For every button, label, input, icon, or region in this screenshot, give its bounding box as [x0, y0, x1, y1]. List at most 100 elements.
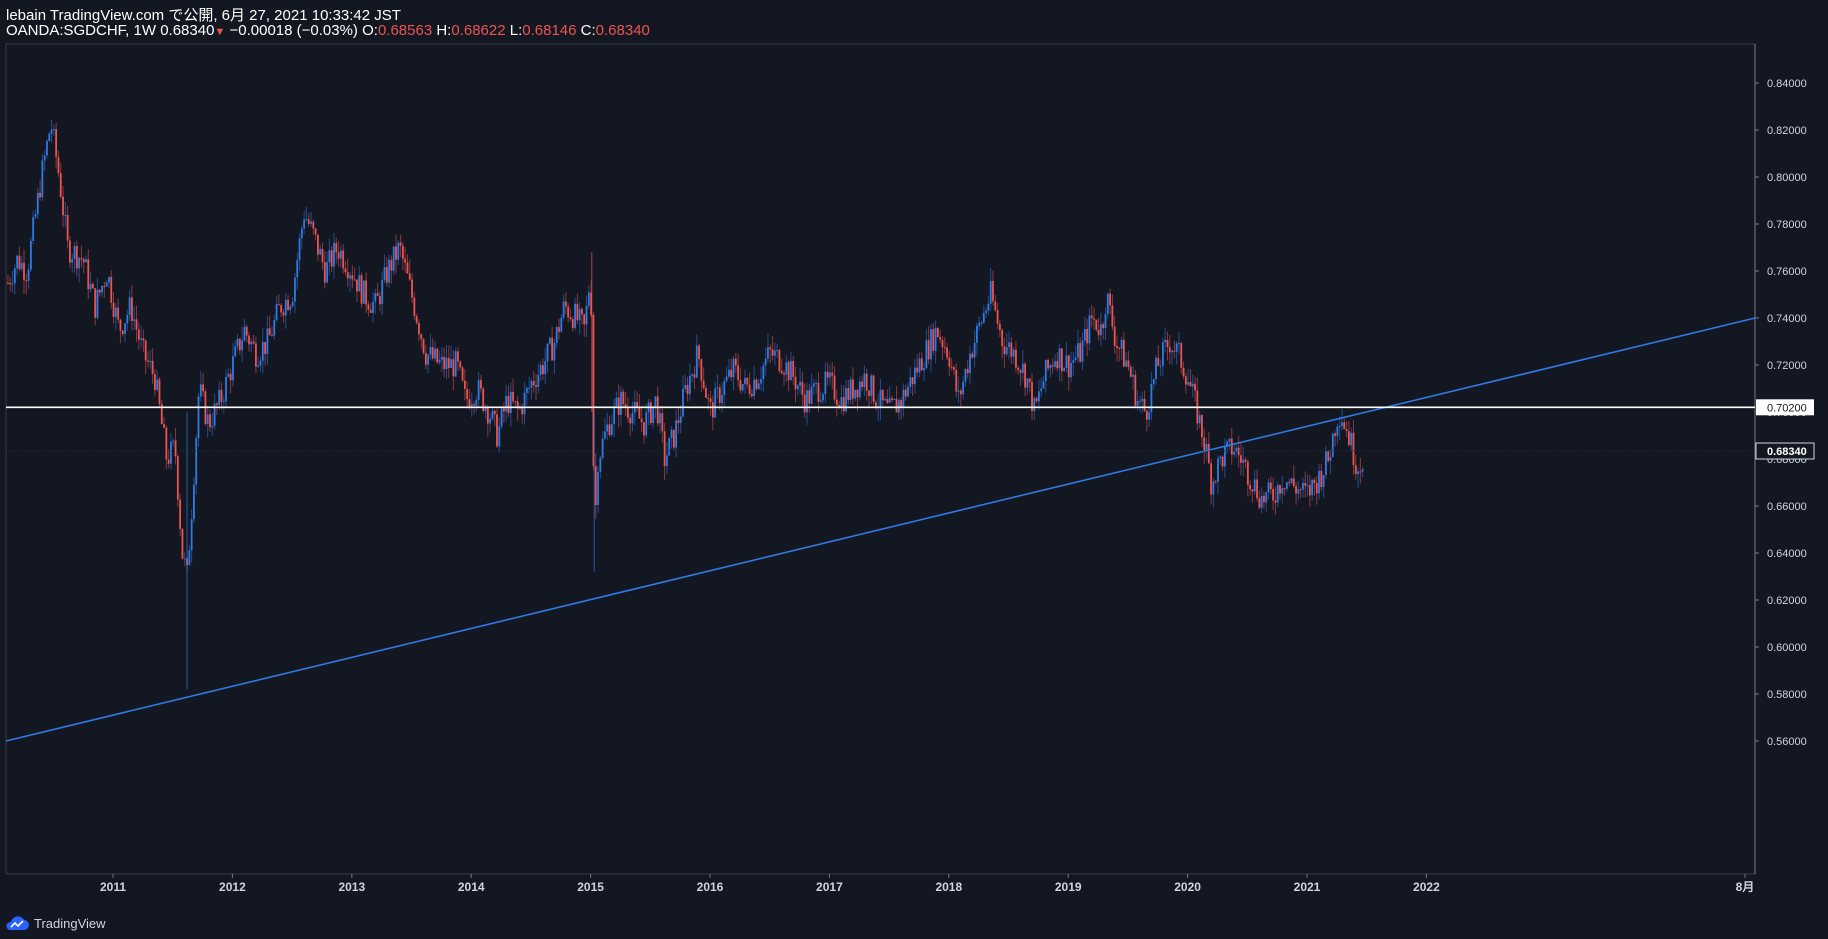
x-tick-label: 2015	[577, 880, 604, 894]
candle-body	[539, 365, 542, 375]
candle-body	[1295, 486, 1297, 494]
candle-body	[959, 390, 962, 395]
candle-body	[211, 425, 214, 428]
candle-body	[404, 258, 407, 263]
candle-body	[514, 401, 517, 403]
candle-body	[284, 299, 287, 316]
candle-body	[962, 381, 965, 395]
candle-body	[925, 340, 928, 369]
candle-body	[1249, 484, 1252, 490]
candle-body	[992, 280, 994, 302]
candle-body	[750, 393, 753, 397]
candles[interactable]	[7, 119, 1364, 690]
candle-body	[1173, 350, 1176, 352]
candle-body	[629, 417, 632, 424]
candle-body	[43, 155, 46, 161]
candle-body	[700, 359, 703, 381]
candle-body	[936, 327, 939, 338]
candle-body	[601, 438, 604, 458]
candle-body	[767, 347, 769, 359]
candle-body	[808, 390, 811, 404]
candle-body	[893, 399, 896, 401]
candle-body	[25, 279, 28, 281]
plot-frame	[5, 43, 1756, 875]
candle-body	[698, 345, 700, 360]
candle-body	[29, 240, 32, 270]
candle-body	[248, 335, 250, 345]
candle-body	[1258, 498, 1261, 508]
candle-body	[1033, 398, 1036, 412]
candle-body	[562, 301, 565, 318]
candle-body	[815, 382, 818, 384]
candle-body	[904, 389, 907, 397]
candle-body	[252, 341, 255, 344]
candle-body	[714, 388, 717, 418]
y-tick-label: 0.56000	[1767, 736, 1807, 748]
candle-body	[1267, 482, 1270, 493]
candle-body	[716, 387, 719, 389]
candle-body	[1012, 349, 1015, 357]
candle-body	[259, 360, 262, 366]
candle-body	[1345, 429, 1348, 432]
candle-body	[964, 369, 967, 382]
candle-body	[1164, 339, 1167, 343]
candle-body	[909, 377, 912, 387]
candle-body	[1168, 347, 1171, 353]
candle-body	[1122, 339, 1125, 367]
candle-body	[234, 346, 237, 357]
candle-body	[227, 373, 230, 377]
candle-body	[620, 391, 622, 415]
y-tick-label: 0.80000	[1767, 172, 1807, 184]
candle-body	[907, 386, 909, 397]
candle-body	[615, 397, 618, 407]
candle-body	[241, 340, 244, 351]
candle-body	[55, 129, 58, 157]
candle-body	[652, 406, 655, 424]
candle-body	[222, 401, 225, 403]
candle-body	[1242, 459, 1245, 463]
candle-body	[489, 418, 492, 424]
x-tick-label: 2014	[458, 880, 485, 894]
candle-body	[48, 133, 51, 141]
candle-body	[654, 396, 657, 407]
candle-body	[1129, 367, 1132, 377]
candle-body	[1008, 342, 1010, 348]
candle-body	[574, 303, 576, 328]
candle-body	[888, 398, 891, 403]
candle-body	[369, 309, 372, 313]
candle-body	[1166, 339, 1169, 348]
candle-body	[266, 328, 269, 354]
candle-body	[728, 369, 730, 377]
candle-body	[1134, 374, 1137, 406]
candle-body	[71, 259, 74, 263]
candle-body	[1116, 345, 1118, 348]
candle-body	[1106, 293, 1109, 315]
candle-body	[668, 437, 671, 456]
price-chart[interactable]: 0.56000 0.58000 0.60000 0.62000 0.64000 0.660…	[0, 0, 1828, 939]
candle-body	[755, 379, 758, 390]
candle-body	[858, 381, 861, 398]
candle-body	[1127, 360, 1130, 368]
candle-body	[799, 381, 802, 386]
candle-body	[326, 262, 328, 283]
candle-body	[289, 306, 292, 311]
candle-body	[548, 337, 551, 344]
candle-body	[1083, 329, 1086, 341]
y-tick-label: 0.72000	[1767, 360, 1807, 372]
candle-body	[932, 329, 935, 351]
candle-body	[746, 377, 749, 385]
candle-body	[179, 499, 182, 529]
candle-body	[576, 303, 579, 321]
candle-body	[399, 242, 402, 246]
candle-body	[957, 390, 960, 392]
candle-body	[1028, 378, 1031, 382]
candle-body	[459, 361, 462, 368]
candle-body	[939, 337, 942, 340]
candle-body	[891, 398, 893, 400]
candle-body	[1327, 451, 1330, 461]
tradingview-footer[interactable]: TradingView	[4, 915, 106, 931]
candle-body	[989, 280, 992, 304]
x-tick-label: 2020	[1174, 880, 1201, 894]
x-axis[interactable]: 2011 2012 2013 2014 2015 2016 2017 2018 2019 2020…	[100, 874, 1754, 894]
x-tick-label: 8月	[1736, 880, 1755, 894]
